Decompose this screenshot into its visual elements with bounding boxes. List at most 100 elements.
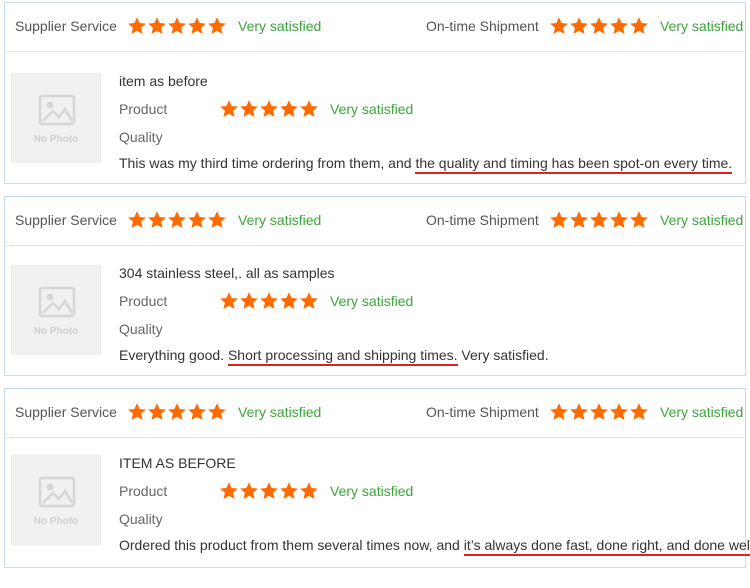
image-placeholder-icon: [38, 286, 76, 318]
review-header: Supplier Service Very satisfied On-time …: [5, 3, 745, 52]
star-icon: [168, 403, 186, 420]
star-icon: [128, 17, 146, 34]
supplier-rating-value: Very satisfied: [238, 404, 322, 420]
supplier-rating-value: Very satisfied: [238, 212, 322, 228]
review-card: Supplier Service Very satisfied On-time …: [4, 196, 746, 376]
shipment-rating-value: Very satisfied: [660, 404, 744, 420]
star-icon: [220, 482, 238, 499]
no-photo-text: No Photo: [33, 134, 79, 145]
star-icon: [570, 403, 588, 420]
star-icon: [260, 292, 278, 309]
product-rating-value: Very satisfied: [330, 293, 414, 309]
product-rating-value: Very satisfied: [330, 101, 414, 117]
product-photo-placeholder: No Photo: [11, 73, 101, 163]
star-icon: [550, 403, 568, 420]
quality-label: Quality: [119, 321, 163, 337]
star-icon: [300, 482, 318, 499]
star-icon: [280, 292, 298, 309]
item-title: 304 stainless steel,. all as samples: [119, 265, 335, 281]
star-icon: [208, 403, 226, 420]
star-icon: [188, 403, 206, 420]
comment-text: This was my third time ordering from the…: [119, 155, 416, 171]
supplier-service-label: Supplier Service: [15, 404, 117, 420]
comment-highlight: the quality and timing has been spot-on …: [415, 155, 733, 174]
supplier-rating-stars: [127, 210, 227, 230]
item-title: item as before: [119, 73, 208, 89]
star-icon: [220, 292, 238, 309]
star-icon: [148, 403, 166, 420]
star-icon: [148, 211, 166, 228]
star-icon: [300, 292, 318, 309]
star-icon: [280, 100, 298, 117]
shipment-label: On-time Shipment: [426, 404, 539, 420]
product-label: Product: [119, 293, 168, 309]
star-icon: [280, 482, 298, 499]
star-icon: [240, 482, 258, 499]
star-icon: [240, 292, 258, 309]
shipment-rating-value: Very satisfied: [660, 18, 744, 34]
supplier-service-label: Supplier Service: [15, 212, 117, 228]
star-icon: [188, 211, 206, 228]
shipment-rating-stars: [549, 402, 649, 422]
shipment-rating-stars: [549, 210, 649, 230]
comment-highlight: it’s always done fast, done right, and d…: [463, 537, 750, 556]
star-icon: [128, 211, 146, 228]
star-icon: [610, 403, 628, 420]
star-icon: [610, 17, 628, 34]
star-icon: [148, 17, 166, 34]
no-photo-text: No Photo: [33, 516, 79, 527]
star-icon: [260, 482, 278, 499]
star-icon: [208, 17, 226, 34]
star-icon: [128, 403, 146, 420]
product-photo-placeholder: No Photo: [11, 265, 101, 355]
review-card: Supplier Service Very satisfied On-time …: [4, 2, 746, 184]
supplier-rating-value: Very satisfied: [238, 18, 322, 34]
star-icon: [208, 211, 226, 228]
comment-highlight: Short processing and shipping times.: [227, 347, 458, 366]
review-comment: Everything good. Short processing and sh…: [119, 347, 549, 366]
star-icon: [590, 17, 608, 34]
comment-text: Everything good.: [119, 347, 228, 363]
product-label: Product: [119, 101, 168, 117]
review-comment: This was my third time ordering from the…: [119, 155, 733, 174]
shipment-label: On-time Shipment: [426, 212, 539, 228]
shipment-rating-stars: [549, 16, 649, 36]
star-icon: [260, 100, 278, 117]
product-rating-value: Very satisfied: [330, 483, 414, 499]
product-photo-placeholder: No Photo: [11, 455, 101, 545]
supplier-rating-stars: [127, 402, 227, 422]
image-placeholder-icon: [38, 476, 76, 508]
star-icon: [188, 17, 206, 34]
star-icon: [630, 17, 648, 34]
star-icon: [570, 211, 588, 228]
star-icon: [550, 17, 568, 34]
item-title: ITEM AS BEFORE: [119, 455, 236, 471]
product-rating-stars: [219, 99, 319, 119]
star-icon: [610, 211, 628, 228]
supplier-rating-stars: [127, 16, 227, 36]
shipment-rating-value: Very satisfied: [660, 212, 744, 228]
star-icon: [570, 17, 588, 34]
comment-text: Ordered this product from them several t…: [119, 537, 464, 553]
no-photo-text: No Photo: [33, 326, 79, 337]
review-header: Supplier Service Very satisfied On-time …: [5, 389, 745, 438]
star-icon: [220, 100, 238, 117]
star-icon: [168, 17, 186, 34]
product-rating-stars: [219, 291, 319, 311]
star-icon: [300, 100, 318, 117]
quality-label: Quality: [119, 129, 163, 145]
star-icon: [168, 211, 186, 228]
quality-label: Quality: [119, 511, 163, 527]
image-placeholder-icon: [38, 94, 76, 126]
shipment-label: On-time Shipment: [426, 18, 539, 34]
star-icon: [630, 211, 648, 228]
star-icon: [240, 100, 258, 117]
star-icon: [590, 403, 608, 420]
product-label: Product: [119, 483, 168, 499]
comment-text-after: Very satisfied.: [457, 347, 549, 363]
star-icon: [550, 211, 568, 228]
supplier-service-label: Supplier Service: [15, 18, 117, 34]
product-rating-stars: [219, 481, 319, 501]
review-comment: Ordered this product from them several t…: [119, 537, 750, 556]
review-header: Supplier Service Very satisfied On-time …: [5, 197, 745, 246]
